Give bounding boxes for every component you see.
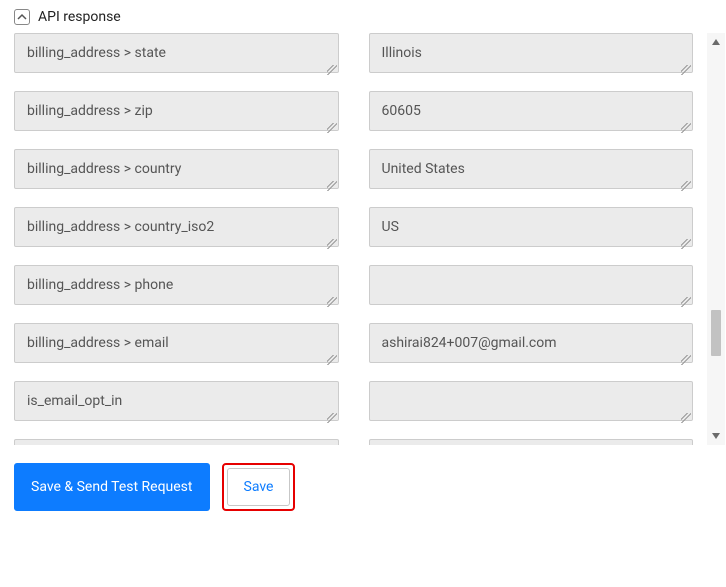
- value-field[interactable]: [369, 33, 694, 73]
- response-row: [14, 91, 693, 135]
- footer-actions: Save & Send Test Request Save: [0, 445, 726, 511]
- value-field[interactable]: [369, 149, 694, 189]
- response-row: [14, 265, 693, 309]
- value-field[interactable]: [369, 207, 694, 247]
- scroll-thumb[interactable]: [711, 310, 721, 356]
- key-cell: [14, 381, 339, 425]
- value-cell: [369, 207, 694, 251]
- value-cell: [369, 381, 694, 425]
- key-cell: [14, 207, 339, 251]
- value-cell: [369, 149, 694, 193]
- response-row: [14, 149, 693, 193]
- value-cell: [369, 91, 694, 135]
- key-field[interactable]: [14, 381, 339, 421]
- response-row: [14, 381, 693, 425]
- value-cell: [369, 33, 694, 77]
- key-cell: [14, 149, 339, 193]
- triangle-down-icon: [711, 431, 721, 441]
- collapse-toggle[interactable]: [14, 9, 30, 25]
- key-field[interactable]: [14, 323, 339, 363]
- key-cell: [14, 91, 339, 135]
- scroll-down-arrow[interactable]: [707, 427, 725, 445]
- key-cell: [14, 33, 339, 77]
- chevron-up-icon: [17, 12, 27, 22]
- save-button-highlight: Save: [222, 463, 296, 511]
- value-field[interactable]: [369, 265, 694, 305]
- response-row: [14, 439, 693, 445]
- key-field[interactable]: [14, 33, 339, 73]
- response-row: [14, 33, 693, 77]
- vertical-scrollbar[interactable]: [707, 33, 725, 445]
- key-field[interactable]: [14, 265, 339, 305]
- response-scroll-area: [0, 33, 726, 445]
- value-field[interactable]: [369, 439, 694, 445]
- section-title: API response: [38, 9, 121, 25]
- response-row: [14, 207, 693, 251]
- key-field[interactable]: [14, 91, 339, 131]
- value-cell: [369, 439, 694, 445]
- scroll-up-arrow[interactable]: [707, 33, 725, 51]
- key-cell: [14, 265, 339, 309]
- key-field[interactable]: [14, 439, 339, 445]
- scroll-track[interactable]: [707, 51, 725, 427]
- key-field[interactable]: [14, 149, 339, 189]
- value-cell: [369, 265, 694, 309]
- value-field[interactable]: [369, 323, 694, 363]
- key-cell: [14, 323, 339, 367]
- save-send-test-request-button[interactable]: Save & Send Test Request: [14, 463, 210, 511]
- save-button[interactable]: Save: [227, 468, 291, 506]
- section-header: API response: [0, 5, 726, 33]
- value-field[interactable]: [369, 381, 694, 421]
- key-field[interactable]: [14, 207, 339, 247]
- response-row: [14, 323, 693, 367]
- response-rows: [0, 33, 707, 445]
- value-cell: [369, 323, 694, 367]
- key-cell: [14, 439, 339, 445]
- value-field[interactable]: [369, 91, 694, 131]
- triangle-up-icon: [711, 37, 721, 47]
